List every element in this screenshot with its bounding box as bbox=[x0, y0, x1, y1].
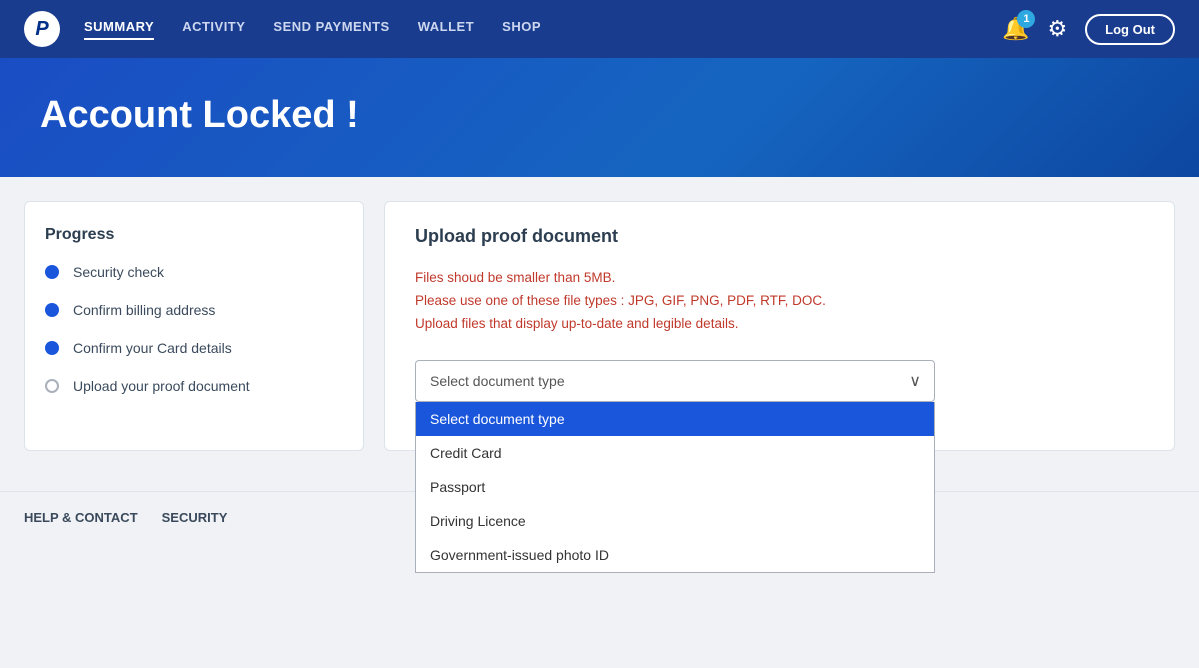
nav-activity[interactable]: ACTIVITY bbox=[182, 19, 245, 40]
dropdown-option-placeholder[interactable]: Select document type bbox=[416, 402, 934, 436]
info-text: Files shoud be smaller than 5MB. Please … bbox=[415, 267, 1144, 336]
hero-banner: Account Locked ! bbox=[0, 58, 1199, 177]
hero-title: Account Locked ! bbox=[40, 94, 1159, 137]
notification-badge: 1 bbox=[1017, 10, 1035, 28]
progress-item-2: Confirm billing address bbox=[45, 302, 343, 318]
dropdown-option-passport[interactable]: Passport bbox=[416, 470, 934, 504]
dropdown-option-gov-id[interactable]: Government-issued photo ID bbox=[416, 538, 934, 572]
progress-dot-4 bbox=[45, 379, 59, 393]
upload-title: Upload proof document bbox=[415, 226, 1144, 247]
nav-links: SUMMARY ACTIVITY SEND PAYMENTS WALLET SH… bbox=[84, 19, 1002, 40]
notification-bell[interactable]: 🔔 1 bbox=[1002, 16, 1029, 42]
logo-text: P bbox=[35, 18, 48, 41]
dropdown-option-credit-card[interactable]: Credit Card bbox=[416, 436, 934, 470]
info-line-1: Files shoud be smaller than 5MB. bbox=[415, 267, 1144, 290]
nav-send-payments[interactable]: SEND PAYMENTS bbox=[273, 19, 389, 40]
paypal-logo: P bbox=[24, 11, 60, 47]
progress-item-4: Upload your proof document bbox=[45, 378, 343, 394]
footer-link-security[interactable]: SECURITY bbox=[162, 510, 228, 525]
footer-link-help[interactable]: HELP & CONTACT bbox=[24, 510, 138, 525]
navbar: P SUMMARY ACTIVITY SEND PAYMENTS WALLET … bbox=[0, 0, 1199, 58]
progress-item-3: Confirm your Card details bbox=[45, 340, 343, 356]
progress-dot-1 bbox=[45, 265, 59, 279]
progress-label-1: Security check bbox=[73, 264, 164, 280]
main-content: Progress Security check Confirm billing … bbox=[0, 177, 1199, 451]
progress-dot-3 bbox=[45, 341, 59, 355]
nav-shop[interactable]: SHOP bbox=[502, 19, 541, 40]
nav-wallet[interactable]: WALLET bbox=[418, 19, 474, 40]
info-line-2: Please use one of these file types : JPG… bbox=[415, 290, 1144, 313]
progress-label-4: Upload your proof document bbox=[73, 378, 250, 394]
nav-summary[interactable]: SUMMARY bbox=[84, 19, 154, 40]
progress-title: Progress bbox=[45, 226, 343, 244]
progress-item-1: Security check bbox=[45, 264, 343, 280]
progress-panel: Progress Security check Confirm billing … bbox=[24, 201, 364, 451]
progress-label-3: Confirm your Card details bbox=[73, 340, 232, 356]
upload-panel: Upload proof document Files shoud be sma… bbox=[384, 201, 1175, 451]
document-type-dropdown-wrapper: Select document type Credit Card Passpor… bbox=[415, 360, 935, 402]
dropdown-options-list: Select document type Credit Card Passpor… bbox=[415, 402, 935, 573]
progress-label-2: Confirm billing address bbox=[73, 302, 215, 318]
info-line-3: Upload files that display up-to-date and… bbox=[415, 313, 1144, 336]
settings-icon[interactable]: ⚙ bbox=[1047, 16, 1067, 42]
document-type-select[interactable]: Select document type Credit Card Passpor… bbox=[415, 360, 935, 402]
nav-right: 🔔 1 ⚙ Log Out bbox=[1002, 14, 1175, 45]
progress-dot-2 bbox=[45, 303, 59, 317]
logout-button[interactable]: Log Out bbox=[1085, 14, 1175, 45]
dropdown-option-driving-licence[interactable]: Driving Licence bbox=[416, 504, 934, 538]
